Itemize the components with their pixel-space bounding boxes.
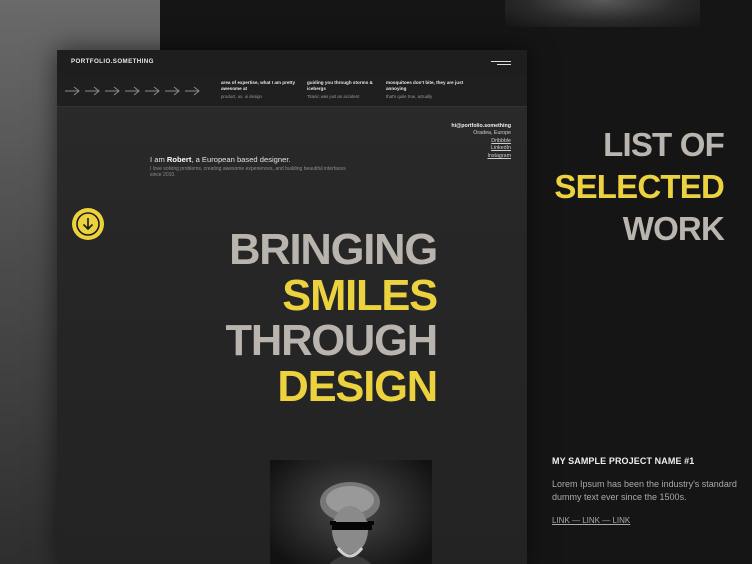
hero-headline: BRINGING SMILES THROUGH DESIGN [197,226,438,411]
contact-block: hi@portfolio.something Oradea, Europe Dr… [451,123,511,160]
arrow-right-icon [105,86,120,96]
ticker-subtext: product, ux, ui design [221,94,262,99]
link-linkedin[interactable]: LinkedIn [451,145,511,152]
ticker-item: guiding you through storms & icebergs Ti… [307,80,387,100]
portfolio-site-preview: PORTFOLIO.SOMETHING area of expertise, w… [57,50,527,564]
ticker-subtext: Titanic was just an accident [307,94,360,99]
project-name[interactable]: MY SAMPLE PROJECT NAME #1 [552,456,748,466]
arrow-right-icon [125,86,140,96]
top-photo-fragment [505,0,700,27]
intro-name: Robert [166,155,192,164]
ticker-subtext: that's quite true, actually [386,94,433,99]
selected-work-line-3: WORK [622,210,725,247]
ticker-heading: area of expertise, what I am pretty awes… [221,80,296,91]
selected-work-line-2: SELECTED [554,168,724,205]
ticker-item: mosquitoes don't bite, they are just ann… [386,80,466,100]
intro-headline: I am Robert, a European based designer. [150,155,291,164]
hero-line-4: DESIGN [277,362,438,411]
contact-email[interactable]: hi@portfolio.something [451,123,511,130]
arrow-right-icon [85,86,100,96]
intro-description: I love solving problems, creating awesom… [150,166,346,179]
intro-block: I am Robert, a European based designer. … [150,155,350,178]
hamburger-menu-icon[interactable] [491,59,511,67]
site-brand-logo[interactable]: PORTFOLIO.SOMETHING [71,58,154,65]
expertise-ticker: area of expertise, what I am pretty awes… [57,76,527,107]
project-links[interactable]: LINK — LINK — LINK [552,516,748,525]
arrow-right-icon [145,86,160,96]
link-instagram[interactable]: Instagram [451,153,511,160]
site-navbar: PORTFOLIO.SOMETHING [57,50,527,77]
arrow-right-icon [65,86,80,96]
hero-line-2: SMILES [282,271,438,320]
project-description: Lorem Ipsum has been the industry's stan… [552,479,737,502]
arrow-right-icon [185,86,200,96]
arrow-right-icon [165,86,180,96]
selected-work-line-1: LIST OF [603,126,725,163]
link-dribbble[interactable]: Dribbble [451,138,511,145]
portrait-image [270,460,432,564]
arrow-down-circle-icon[interactable] [71,207,105,241]
ticker-heading: guiding you through storms & icebergs [307,80,373,91]
ticker-item: area of expertise, what I am pretty awes… [221,80,301,100]
ticker-heading: mosquitoes don't bite, they are just ann… [386,80,464,91]
ticker-arrows [63,84,203,98]
hero-line-1: BRINGING [229,226,438,274]
project-card: MY SAMPLE PROJECT NAME #1 Lorem Ipsum ha… [552,456,748,525]
selected-work-title: LIST OF SELECTED WORK [520,124,724,250]
hero-line-3: THROUGH [225,317,438,365]
contact-location: Oradea, Europe [473,130,511,137]
